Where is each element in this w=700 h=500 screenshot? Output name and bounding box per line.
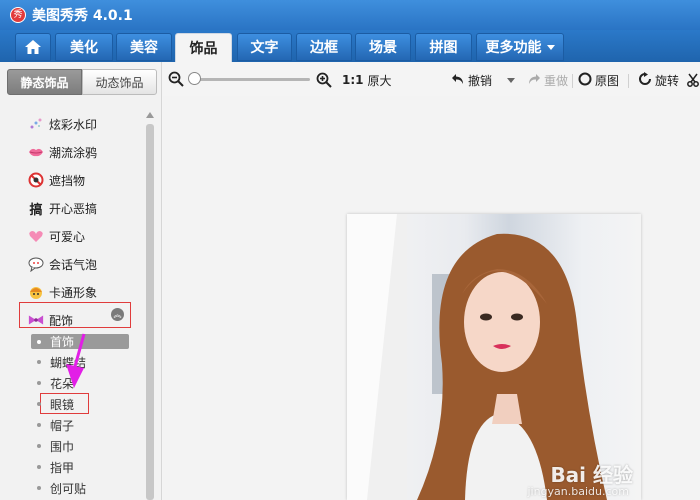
chevron-down-icon (507, 77, 515, 83)
subitem-label: 帽子 (50, 418, 75, 433)
bullet-icon (37, 423, 41, 427)
category-label: 卡通形象 (49, 285, 98, 300)
tab-home[interactable] (15, 33, 51, 61)
category-label: 炫彩水印 (49, 117, 98, 132)
prank-icon: 搞 (29, 202, 43, 218)
subitem-label: 指甲 (50, 460, 75, 475)
bullet-icon (37, 444, 41, 448)
original-image-label: 原图 (595, 73, 620, 88)
panel-scrollbar[interactable] (146, 110, 154, 500)
watermark-url: jingyan.baidu.com (527, 485, 629, 498)
zoom-slider-track[interactable] (192, 78, 310, 81)
tab-scene[interactable]: 场景 (355, 33, 411, 61)
category-label: 配饰 (49, 313, 74, 328)
chevron-down-icon (546, 44, 555, 50)
original-size-label: 原大 (367, 73, 392, 88)
main-area: 静态饰品 动态饰品 炫彩水印 潮流涂鸦 遮挡物 搞 开心恶搞 可爱心 会话气泡 … (0, 62, 700, 500)
toolbar-divider (628, 74, 629, 88)
subitem-label: 创可贴 (50, 481, 87, 496)
watermark-brand: Bai 经验 (550, 463, 633, 487)
tab-accessories[interactable]: 饰品 (175, 33, 232, 62)
pointer-arrow-icon (66, 333, 86, 388)
portrait-image (347, 214, 607, 500)
collapse-icon[interactable]: ︽ (111, 308, 124, 321)
tab-more-functions[interactable]: 更多功能 (476, 33, 564, 61)
title-bar: 秀 美图秀秀 4.0.1 (0, 0, 700, 30)
speech-bubble-icon (28, 256, 44, 272)
bow-icon (28, 312, 44, 328)
category-label: 可爱心 (49, 229, 86, 244)
tab-static-accessories[interactable]: 静态饰品 (7, 69, 82, 95)
scroll-thumb[interactable] (146, 124, 154, 500)
lips-icon (28, 144, 44, 160)
tab-beauty[interactable]: 美容 (116, 33, 172, 61)
bullet-icon (37, 465, 41, 469)
category-sparkle-watermark[interactable]: 炫彩水印 (28, 113, 97, 135)
category-prank[interactable]: 搞 开心恶搞 (28, 197, 97, 219)
original-image-button[interactable]: 原图 (578, 70, 619, 90)
subitem-label: 围巾 (50, 439, 75, 454)
category-label: 开心恶搞 (49, 201, 98, 216)
app-logo-icon: 秀 (10, 7, 26, 23)
category-blockers[interactable]: 遮挡物 (28, 169, 85, 191)
category-label: 会话气泡 (49, 257, 98, 272)
sparkle-watermark-icon (28, 116, 44, 132)
bullet-icon (37, 360, 41, 364)
bullet-icon (37, 486, 41, 490)
subitem-scarves[interactable]: 围巾 (37, 436, 74, 456)
category-accessories[interactable]: 配饰 (28, 309, 73, 331)
rotate-button[interactable]: 旋转 (638, 70, 679, 90)
bullet-icon (37, 381, 41, 385)
actual-size-button[interactable]: 1:1 原大 (342, 70, 392, 90)
undo-label: 撤销 (468, 73, 493, 88)
ratio-label: 1:1 (342, 73, 364, 87)
panel-tabs: 静态饰品 动态饰品 (7, 69, 157, 95)
photo-canvas[interactable]: Bai 经验 jingyan.baidu.com (163, 96, 700, 500)
category-cute-heart[interactable]: 可爱心 (28, 225, 85, 247)
toolbar-divider (572, 74, 573, 88)
tab-dynamic-accessories[interactable]: 动态饰品 (82, 69, 157, 95)
tab-frame[interactable]: 边框 (296, 33, 352, 61)
cartoon-icon (28, 284, 44, 300)
rotate-label: 旋转 (655, 73, 680, 88)
subitem-glasses[interactable]: 眼镜 (37, 394, 74, 414)
circle-icon (578, 72, 592, 89)
undo-dropdown[interactable] (502, 70, 515, 90)
category-trendy-graffiti[interactable]: 潮流涂鸦 (28, 141, 97, 163)
home-icon (24, 39, 42, 55)
rotate-icon (638, 71, 652, 89)
tab-beautify[interactable]: 美化 (55, 33, 113, 61)
undo-button[interactable]: 撤销 (451, 70, 492, 90)
redo-icon (527, 72, 541, 89)
undo-icon (451, 72, 465, 89)
main-menu-bar: 美化 美容 饰品 文字 边框 场景 拼图 更多功能 (0, 30, 700, 62)
app-title: 美图秀秀 4.0.1 (32, 8, 133, 24)
zoom-in-icon[interactable] (316, 70, 332, 90)
scroll-up-icon[interactable] (146, 112, 154, 118)
edited-photo[interactable]: Bai 经验 jingyan.baidu.com (347, 214, 641, 500)
tab-text[interactable]: 文字 (237, 33, 292, 61)
tab-more-functions-label: 更多功能 (485, 40, 542, 56)
category-cartoon[interactable]: 卡通形象 (28, 281, 97, 303)
redo-button[interactable]: 重做 (527, 70, 568, 90)
subitem-bandaid[interactable]: 创可贴 (37, 478, 86, 498)
category-label: 遮挡物 (49, 173, 86, 188)
accessory-panel: 静态饰品 动态饰品 炫彩水印 潮流涂鸦 遮挡物 搞 开心恶搞 可爱心 会话气泡 … (0, 62, 162, 500)
subitem-label: 眼镜 (50, 397, 75, 412)
zoom-out-icon[interactable] (168, 69, 184, 89)
category-speech-bubble[interactable]: 会话气泡 (28, 253, 97, 275)
bullet-icon (37, 339, 41, 344)
tab-collage[interactable]: 拼图 (415, 33, 472, 61)
heart-icon (28, 228, 44, 244)
cut-icon[interactable] (686, 70, 700, 90)
bullet-icon (37, 402, 41, 406)
category-label: 潮流涂鸦 (49, 145, 98, 160)
subitem-hats[interactable]: 帽子 (37, 415, 74, 435)
block-icon (28, 172, 44, 188)
zoom-slider-thumb[interactable] (188, 72, 201, 85)
redo-label: 重做 (544, 73, 569, 88)
subitem-nails[interactable]: 指甲 (37, 457, 74, 477)
